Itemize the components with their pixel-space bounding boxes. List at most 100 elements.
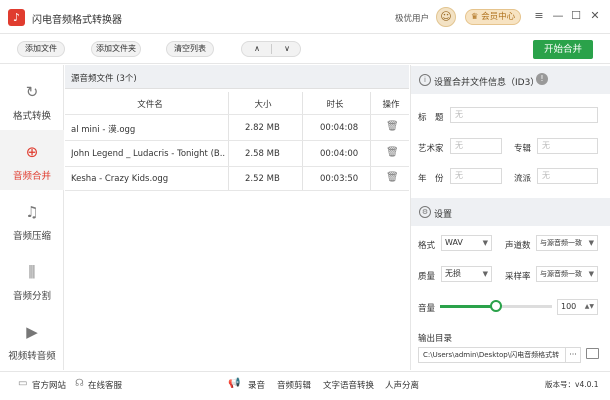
support-link[interactable]: 在线客服 [88, 379, 122, 391]
minimize-icon[interactable]: — [551, 9, 565, 23]
volume-label: 音量 [418, 304, 436, 314]
maximize-icon[interactable]: ☐ [569, 9, 583, 23]
folder-icon[interactable] [586, 348, 599, 359]
user-name[interactable]: 极优用户 [395, 12, 429, 24]
sidebar-item-audio-merge[interactable]: ⊕ 音频合并 [0, 130, 64, 190]
file-duration: 00:04:00 [320, 149, 359, 159]
close-icon[interactable]: ✕ [588, 9, 602, 23]
vocal-separation-link[interactable]: 人声分离 [385, 379, 419, 391]
table-row[interactable]: Kesha - Crazy Kids.ogg 2.52 MB 00:03:50 … [65, 167, 409, 190]
file-list-panel: 源音频文件 (3个) [65, 65, 409, 370]
file-name: al mini - 漠.ogg [71, 125, 136, 135]
settings-section-title: 设置 [434, 210, 453, 220]
tts-link[interactable]: 文字语音转换 [323, 379, 374, 391]
volume-slider-fill [440, 305, 496, 308]
file-name: Kesha - Crazy Kids.ogg [71, 174, 169, 184]
sidebar-item-label: 格式转换 [12, 111, 51, 122]
output-path-field[interactable]: C:\Users\admin\Desktop\闪电音频格式转 [418, 347, 566, 363]
volume-stepper[interactable]: 100 ▲▼ [557, 299, 598, 315]
stepper-arrows-icon: ▲▼ [584, 303, 594, 310]
channels-value: 与源音频一致 [540, 239, 582, 247]
sidebar-item-audio-split[interactable]: ⫼ 音频分割 [0, 250, 64, 310]
refresh-icon: ↻ [25, 83, 39, 101]
start-merge-button[interactable]: 开始合并 [533, 40, 593, 59]
trash-icon[interactable]: 🗑 [386, 121, 399, 133]
menu-icon[interactable]: ≡ [532, 9, 546, 23]
album-label: 专辑 [514, 144, 532, 154]
column-header-name: 文件名 [137, 100, 163, 110]
samplerate-label: 采样率 [505, 272, 531, 282]
table-row[interactable]: John Legend _ Ludacris - Tonight (B... 2… [65, 141, 409, 166]
record-link[interactable]: 录音 [248, 379, 265, 391]
year-field[interactable]: 无 [450, 168, 502, 184]
sidebar-item-video-to-audio[interactable]: ▶ 视频转音频 [0, 310, 64, 370]
title-label: 标 题 [418, 113, 444, 123]
column-header-action: 操作 [382, 100, 400, 110]
sidebar-item-label: 音频压缩 [12, 231, 51, 242]
sidebar: ↻ 格式转换 ⊕ 音频合并 ♫ 音频压缩 ⫼ 音频分割 ▶ 视频转音频 [0, 65, 64, 370]
chevron-down-icon: ▼ [588, 239, 594, 247]
quality-select[interactable]: 无损 ▼ [441, 266, 492, 282]
video-icon: ▶ [26, 323, 38, 341]
help-icon[interactable]: ! [536, 73, 548, 85]
compress-icon: ♫ [25, 203, 39, 221]
genre-label: 流派 [514, 174, 532, 184]
quality-label: 质量 [418, 272, 436, 282]
format-select[interactable]: WAV ▼ [441, 235, 492, 251]
vip-label: 会员中心 [481, 12, 516, 22]
sidebar-item-format-convert[interactable]: ↻ 格式转换 [0, 70, 64, 130]
table-row[interactable]: al mini - 漠.ogg 2.82 MB 00:04:08 🗑 [65, 115, 409, 140]
volume-value: 100 [561, 302, 577, 311]
trash-icon[interactable]: 🗑 [386, 172, 399, 184]
year-label: 年 份 [418, 174, 444, 184]
chevron-down-icon: ▼ [482, 239, 488, 247]
artist-label: 艺术家 [418, 144, 444, 154]
column-header-duration: 时长 [326, 100, 344, 110]
move-down-button[interactable]: ∨ [272, 42, 302, 56]
app-title: 闪电音频格式转换器 [32, 15, 122, 26]
merge-icon: ⊕ [25, 143, 39, 161]
move-up-button[interactable]: ∧ [242, 42, 272, 56]
sidebar-item-label: 音频合并 [12, 171, 51, 182]
channels-select[interactable]: 与源音频一致 ▼ [536, 235, 598, 251]
audio-cut-link[interactable]: 音频剪辑 [277, 379, 311, 391]
output-dir-label: 输出目录 [418, 334, 453, 344]
website-link[interactable]: 官方网站 [32, 379, 66, 391]
album-field[interactable]: 无 [537, 138, 598, 154]
file-list-header: 源音频文件 (3个) [65, 65, 409, 89]
chevron-down-icon: ▼ [482, 270, 488, 278]
gear-icon: ⚙ [419, 206, 431, 218]
volume-slider-handle[interactable] [490, 300, 502, 312]
row-divider [65, 190, 409, 191]
format-value: WAV [445, 238, 463, 247]
quality-value: 无损 [445, 269, 461, 278]
split-icon: ⫼ [28, 263, 36, 281]
column-header-size: 大小 [254, 100, 272, 110]
trash-icon[interactable]: 🗑 [386, 147, 399, 159]
sidebar-item-audio-compress[interactable]: ♫ 音频压缩 [0, 190, 64, 250]
add-file-button[interactable]: 添加文件 [17, 41, 65, 57]
channels-label: 声道数 [505, 241, 531, 251]
megaphone-icon: 📢 [228, 378, 241, 389]
genre-field[interactable]: 无 [537, 168, 598, 184]
file-duration: 00:03:50 [320, 174, 359, 184]
file-duration: 00:04:08 [320, 123, 359, 133]
user-avatar[interactable]: ☺ [436, 7, 456, 27]
crown-icon: ♛ [470, 12, 479, 22]
chevron-down-icon: ▼ [588, 270, 594, 278]
info-icon: i [419, 74, 431, 86]
move-buttons-group: ∧ ∨ [241, 41, 301, 57]
id3-section-title: 设置合并文件信息（ID3） [434, 78, 540, 88]
samplerate-select[interactable]: 与源音频一致 ▼ [536, 266, 598, 282]
format-label: 格式 [418, 241, 436, 251]
browse-button[interactable]: ··· [565, 347, 581, 363]
file-list-title: 源音频文件 (3个) [71, 74, 137, 84]
artist-field[interactable]: 无 [450, 138, 502, 154]
vip-center-button[interactable]: ♛ 会员中心 [465, 9, 521, 25]
clear-list-button[interactable]: 清空列表 [166, 41, 214, 57]
title-field[interactable]: 无 [450, 107, 598, 123]
headset-icon: ☊ [75, 378, 84, 389]
app-logo-icon: ♪ [8, 9, 25, 26]
add-folder-button[interactable]: 添加文件夹 [91, 41, 141, 57]
sidebar-item-label: 音频分割 [12, 291, 51, 302]
